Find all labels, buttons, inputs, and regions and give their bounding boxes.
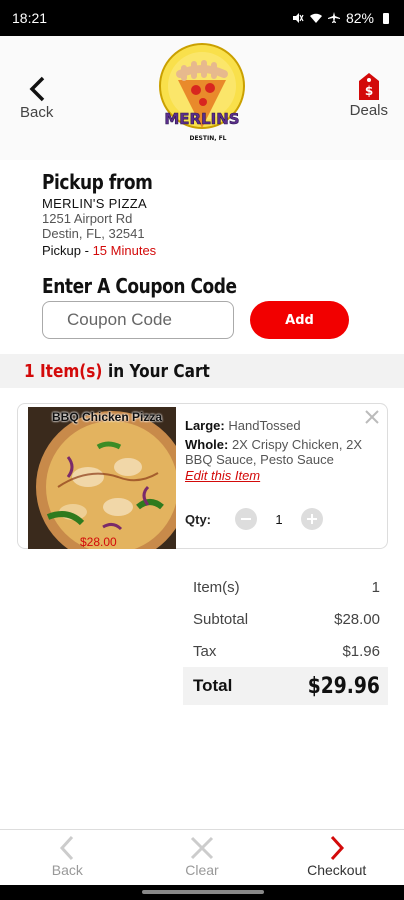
cart-header: 1 Item(s) in Your Cart [0, 354, 404, 388]
plus-icon [307, 514, 317, 524]
add-coupon-button[interactable]: Add [250, 301, 349, 339]
store-address-line2: Destin, FL, 32541 [42, 226, 145, 241]
airplane-icon [327, 12, 340, 23]
nav-checkout-button[interactable]: Checkout [269, 830, 404, 885]
chevron-left-icon [60, 835, 74, 861]
nav-back-button[interactable]: Back [0, 830, 135, 885]
logo-subtext: DESTIN, FL [189, 135, 226, 142]
order-totals: Item(s) 1 Subtotal $28.00 Tax $1.96 Total $2… [183, 571, 388, 705]
items-value: 1 [371, 578, 380, 596]
wifi-icon [309, 13, 322, 23]
battery-icon [383, 13, 389, 24]
pizza-image: BBQ Chicken Pizza $28.00 [28, 407, 176, 549]
edit-item-link[interactable]: Edit this Item [185, 468, 381, 483]
subtotal-value: $28.00 [334, 610, 380, 628]
subtotal-row: Subtotal $28.00 [183, 603, 388, 635]
total-row: Total $29.96 [183, 667, 388, 705]
coupon-title: Enter A Coupon Code [42, 274, 237, 298]
size-value: HandTossed [228, 418, 301, 433]
qty-increase-button[interactable] [301, 508, 323, 530]
pickup-label: Pickup - [42, 243, 93, 258]
qty-value: 1 [275, 511, 283, 527]
nav-clear-button[interactable]: Clear [135, 830, 270, 885]
size-key: Large: [185, 418, 225, 433]
close-icon [190, 836, 214, 860]
coupon-code-input[interactable] [42, 301, 234, 339]
header-deals-label: Deals [349, 102, 388, 119]
pizza-name: BBQ Chicken Pizza [52, 410, 163, 424]
pickup-section: Pickup from MERLIN'S PIZZA 1251 Airport … [42, 170, 362, 258]
items-row: Item(s) 1 [183, 571, 388, 603]
header-deals-button[interactable]: $ Deals [350, 72, 388, 119]
header-back-button[interactable]: Back [20, 74, 53, 121]
subtotal-label: Subtotal [193, 610, 249, 628]
status-bar: 18:21 82% [0, 0, 404, 36]
tax-row: Tax $1.96 [183, 635, 388, 667]
pickup-time-line: Pickup - 15 Minutes [42, 243, 362, 258]
item-details: Large: HandTossed Whole: 2X Crispy Chick… [185, 418, 381, 483]
merlins-logo: MERLINS DESTIN, FL [159, 43, 245, 142]
total-value: $29.96 [307, 673, 380, 699]
cart-label: in Your Cart [108, 360, 211, 382]
store-name: MERLIN'S PIZZA [42, 196, 147, 211]
minus-icon [241, 518, 251, 520]
tax-label: Tax [193, 642, 217, 660]
pickup-time: 15 Minutes [92, 243, 157, 258]
whole-key: Whole: [185, 437, 229, 452]
pickup-title: Pickup from [42, 170, 153, 194]
tax-value: $1.96 [342, 642, 380, 660]
quantity-stepper: Qty: 1 [185, 508, 323, 530]
cart-item-card: BBQ Chicken Pizza $28.00 Large: HandToss… [17, 403, 388, 549]
pizza-price: $28.00 [80, 535, 117, 549]
qty-decrease-button[interactable] [235, 508, 257, 530]
cart-item-count: 1 Item(s) [24, 360, 103, 382]
store-address-line1: 1251 Airport Rd [42, 211, 133, 226]
status-icons: 82% [292, 10, 392, 26]
status-time: 18:21 [12, 10, 48, 26]
item-size-line: Large: HandTossed [185, 418, 381, 433]
mute-icon [292, 13, 304, 23]
gesture-handle[interactable] [142, 890, 264, 894]
qty-label: Qty: [185, 511, 211, 527]
nav-checkout-label: Checkout [307, 862, 367, 878]
items-label: Item(s) [193, 578, 240, 596]
battery-percent: 82% [345, 10, 374, 26]
header: Back MERLINS DESTIN, FL $ Deals [0, 36, 404, 160]
header-back-label: Back [20, 104, 54, 121]
nav-clear-label: Clear [185, 862, 219, 878]
item-whole-line: Whole: 2X Crispy Chicken, 2X BBQ Sauce, … [185, 437, 381, 467]
logo-text: MERLINS [164, 110, 239, 128]
total-label: Total [193, 676, 233, 695]
price-tag-icon: $ [358, 73, 379, 100]
bottom-nav: Back Clear Checkout [0, 829, 404, 885]
svg-text:$: $ [365, 84, 373, 98]
chevron-left-icon [29, 76, 44, 102]
nav-back-label: Back [51, 862, 83, 878]
chevron-right-icon [330, 835, 344, 861]
